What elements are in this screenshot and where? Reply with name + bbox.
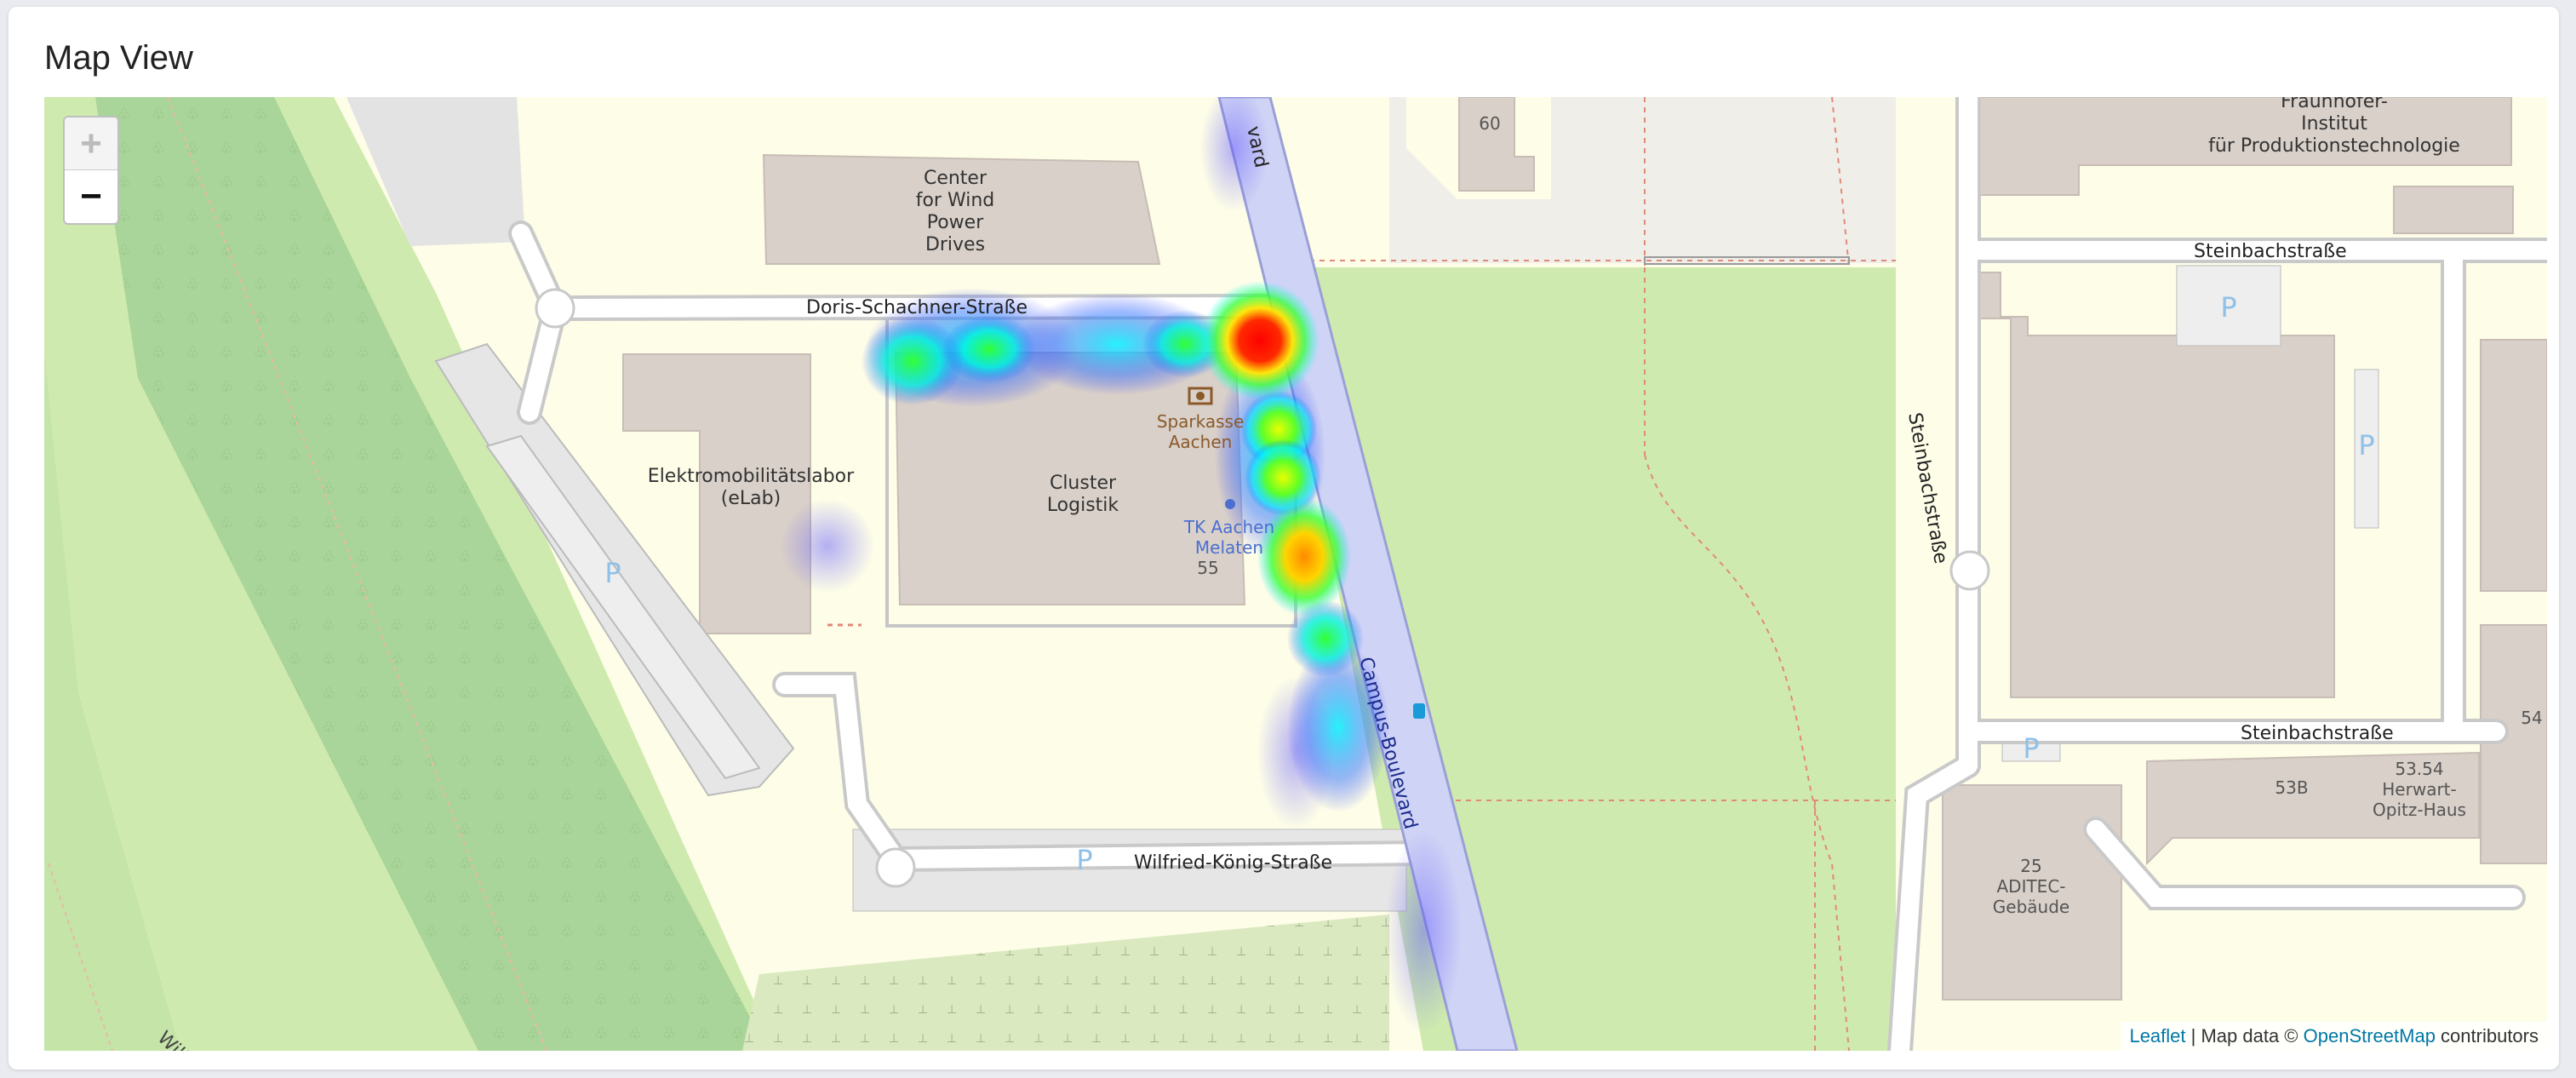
label-tk-2: Melaten — [1195, 537, 1263, 558]
label-54: 54 — [2521, 708, 2542, 728]
label-tk-1: TK Aachen — [1183, 517, 1274, 537]
poi-dot-icon — [1225, 499, 1235, 509]
leaflet-link[interactable]: Leaflet — [2129, 1025, 2185, 1046]
map-container[interactable]: ♧ ⊥ — [44, 97, 2547, 1051]
label-elektro-1: Elektromobilitätslabor — [648, 466, 855, 487]
label-60: 60 — [1479, 113, 1500, 134]
label-center-wind-1: Center — [924, 168, 987, 189]
attribution-separator: | Map data © — [2185, 1025, 2304, 1046]
label-cluster-1: Cluster — [1050, 473, 1117, 494]
label-center-wind-3: Power — [927, 212, 984, 233]
zoom-control: + − — [63, 116, 119, 225]
road-label-wilfried: Wilfried-König-Straße — [1134, 852, 1332, 874]
label-cluster-2: Logistik — [1047, 495, 1119, 516]
label-center-wind-2: for Wind — [916, 190, 995, 211]
label-fraunhofer-1: Fraunhofer- — [2281, 97, 2388, 112]
label-herwart-2: Herwart- — [2382, 779, 2456, 800]
parking-icon: P — [1076, 844, 1092, 876]
label-53b: 53B — [2275, 777, 2308, 798]
label-elektro-2: (eLab) — [721, 488, 781, 509]
zoom-in-button[interactable]: + — [65, 118, 117, 170]
road-label-steinbach-bottom: Steinbachstraße — [2241, 723, 2394, 744]
map-card: Map View vard Center for Wind Power Driv… — [9, 7, 2559, 1069]
card-title: Map View — [44, 39, 193, 77]
zoom-out-button[interactable]: − — [65, 170, 117, 222]
label-sparkasse-1: Sparkasse — [1157, 411, 1245, 432]
bus-stop-icon — [1413, 703, 1425, 719]
label-fraunhofer-3: für Produktionstechnologie — [2208, 135, 2460, 157]
label-sparkasse-2: Aachen — [1169, 432, 1233, 452]
parking-icon: P — [604, 557, 621, 589]
label-aditec-3: Gebäude — [1993, 897, 2069, 917]
map-attribution: Leaflet | Map data © OpenStreetMap contr… — [2121, 1022, 2547, 1051]
label-herwart-1: 53.54 — [2395, 759, 2443, 779]
parking-icon: P — [2358, 429, 2374, 462]
road-label-steinbach-top: Steinbachstraße — [2194, 241, 2347, 262]
label-aditec-1: 25 — [2020, 856, 2041, 876]
label-fraunhofer-2: Institut — [2301, 113, 2367, 135]
parking-icon: P — [2220, 291, 2236, 324]
road-label-doris: Doris-Schachner-Straße — [806, 297, 1028, 318]
parking-icon: P — [2023, 732, 2039, 765]
label-55: 55 — [1197, 558, 1218, 578]
osm-link[interactable]: OpenStreetMap — [2304, 1025, 2436, 1046]
attribution-suffix: contributors — [2435, 1025, 2539, 1046]
label-herwart-3: Opitz-Haus — [2373, 800, 2466, 820]
label-aditec-2: ADITEC- — [1996, 876, 2065, 897]
map-tiles: ♧ ⊥ — [44, 97, 2547, 1051]
label-center-wind-4: Drives — [925, 234, 985, 255]
